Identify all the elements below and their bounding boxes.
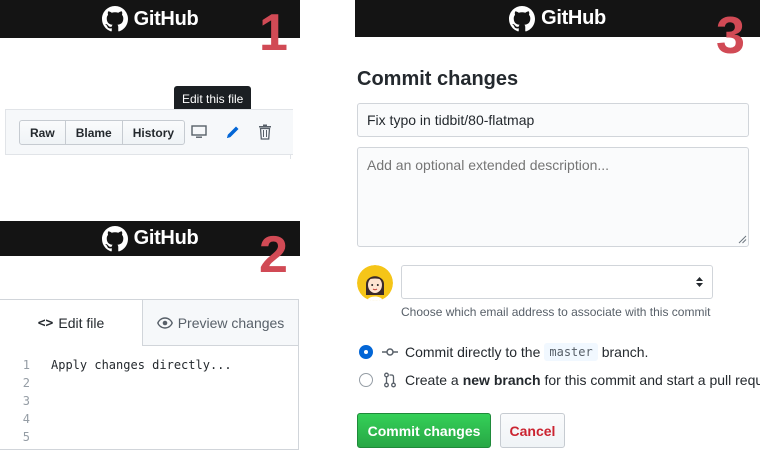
brand-name: GitHub bbox=[541, 7, 606, 29]
code-line: 4 bbox=[0, 410, 232, 428]
code-line: 1 Apply changes directly... bbox=[0, 356, 232, 374]
line-number: 4 bbox=[22, 412, 30, 426]
commit-changes-heading: Commit changes bbox=[357, 68, 519, 90]
new-branch-prefix: Create a bbox=[405, 372, 459, 388]
commit-direct-prefix: Commit directly to the bbox=[405, 344, 541, 360]
cancel-button[interactable]: Cancel bbox=[500, 413, 565, 448]
octocat-icon bbox=[509, 5, 536, 31]
file-actions-toolbar: Raw Blame History bbox=[5, 109, 293, 155]
history-button[interactable]: History bbox=[123, 121, 184, 144]
github-header-3: GitHub bbox=[355, 0, 760, 37]
step-number-3: 3 bbox=[716, 7, 745, 65]
brand-name: GitHub bbox=[133, 7, 199, 30]
github-header-1: GitHub bbox=[0, 0, 300, 38]
step-number-1: 1 bbox=[259, 4, 288, 62]
file-editor: <> Edit file Preview changes 1 Apply chan… bbox=[0, 299, 299, 450]
blame-button[interactable]: Blame bbox=[66, 121, 123, 144]
pencil-icon[interactable] bbox=[224, 123, 242, 141]
tab-edit-file[interactable]: <> Edit file bbox=[0, 300, 142, 346]
code-area[interactable]: 1 Apply changes directly... 2 3 4 5 bbox=[0, 356, 232, 446]
commit-description-input[interactable] bbox=[357, 147, 749, 247]
branch-name-chip: master bbox=[544, 343, 598, 361]
editor-tabs: <> Edit file Preview changes bbox=[0, 300, 298, 346]
resize-grip-icon[interactable] bbox=[738, 235, 747, 244]
new-branch-option[interactable]: Create a new branch for this commit and … bbox=[359, 372, 760, 388]
avatar bbox=[357, 265, 393, 301]
line-number: 3 bbox=[22, 394, 30, 408]
github-logo[interactable]: GitHub bbox=[509, 5, 606, 32]
code-icon: <> bbox=[37, 315, 54, 331]
commit-changes-button[interactable]: Commit changes bbox=[357, 413, 491, 448]
select-arrows-icon bbox=[696, 277, 703, 287]
step-number-2: 2 bbox=[259, 226, 288, 284]
new-branch-bold: new branch bbox=[462, 372, 541, 388]
octocat-icon bbox=[101, 225, 128, 251]
commit-direct-option[interactable]: Commit directly to the master branch. bbox=[359, 343, 648, 361]
git-pull-request-icon bbox=[382, 372, 398, 388]
commit-summary-input[interactable]: Fix typo in tidbit/80-flatmap bbox=[357, 103, 749, 137]
git-commit-icon bbox=[382, 344, 398, 360]
github-logo[interactable]: GitHub bbox=[101, 225, 199, 252]
code-line: 5 bbox=[0, 428, 232, 446]
email-help-text: Choose which email address to associate … bbox=[401, 305, 711, 319]
new-branch-suffix: for this commit and start a pull request… bbox=[544, 372, 760, 388]
line-number: 5 bbox=[22, 430, 30, 444]
code-line: 2 bbox=[0, 374, 232, 392]
trash-icon[interactable] bbox=[256, 123, 274, 141]
brand-name: GitHub bbox=[133, 227, 199, 249]
raw-button[interactable]: Raw bbox=[20, 121, 66, 144]
new-branch-radio[interactable] bbox=[359, 373, 373, 387]
line-number: 2 bbox=[22, 376, 30, 390]
line-number: 1 bbox=[22, 358, 30, 372]
commit-direct-radio[interactable] bbox=[359, 345, 373, 359]
commit-direct-suffix: branch. bbox=[601, 344, 649, 360]
author-email-select[interactable] bbox=[401, 265, 713, 299]
tab-edit-label: Edit file bbox=[58, 315, 105, 331]
eye-icon bbox=[156, 316, 173, 329]
desktop-icon[interactable] bbox=[190, 123, 208, 141]
github-header-2: GitHub bbox=[0, 221, 300, 256]
tab-preview-label: Preview changes bbox=[177, 314, 285, 331]
github-logo[interactable]: GitHub bbox=[101, 6, 199, 32]
file-view-button-group: Raw Blame History bbox=[19, 120, 186, 145]
toolbar-divider bbox=[290, 155, 291, 159]
line-content: Apply changes directly... bbox=[51, 358, 232, 372]
tab-preview-changes[interactable]: Preview changes bbox=[142, 300, 298, 346]
octocat-icon bbox=[101, 6, 128, 32]
code-line: 3 bbox=[0, 392, 232, 410]
